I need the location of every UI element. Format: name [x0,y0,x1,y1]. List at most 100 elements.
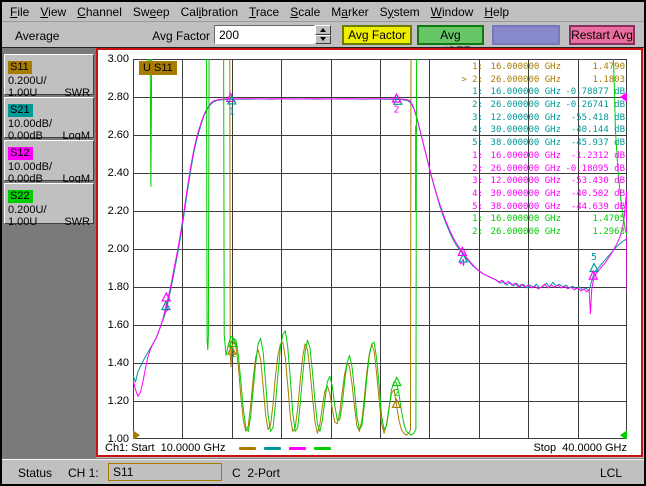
marker-frequency: 38.000000 GHz [490,138,561,149]
trace-scale-label: 0.200U/ [8,204,47,216]
menu-item-channel[interactable]: Channel [77,5,122,19]
stepper-down-button[interactable] [315,34,331,44]
marker-number: 2: [472,100,483,111]
trace-button-s21[interactable]: S21 10.00dB/0.00dB LogM [4,97,94,142]
marker-frequency: 16.000000 GHz [490,150,561,161]
marker-frequency: 30.000000 GHz [490,125,561,136]
toolbar-button-restart-avg[interactable]: Restart Avg [569,25,635,45]
toolbar-button-avg-on-off[interactable]: Avg on/OFF [417,25,484,58]
marker-number: 3: [472,112,483,123]
marker-readout-row: 5: 38.000000 GHz -44.639 dB [453,201,625,214]
marker-value: -53.430 dB [570,176,625,187]
trace-sidebar: S11 0.200U/1.00U SWR S21 10.00dB/0.00dB LogM S… [2,48,96,459]
status-label: Status [18,466,53,480]
marker-value: 1.4705 [592,214,625,225]
marker-readout-row: 1: 16.000000 GHz -0.78877 dB [453,86,625,99]
marker-frequency: 16.000000 GHz [490,214,561,225]
down-arrow-icon [320,37,326,42]
marker-frequency: 12.000000 GHz [490,176,561,187]
menu-item-view[interactable]: View [40,5,66,19]
y-tick-label: 1.20 [107,395,129,407]
marker-number-label: 4 [459,258,465,269]
trace-name-chip: S12 [8,147,33,160]
marker-frequency: 26.000000 GHz [490,100,561,111]
marker-value: -44.639 dB [570,201,625,212]
marker-readout-row: 1: 16.000000 GHz -1.2312 dB [453,150,625,163]
stepper-up-button[interactable] [315,25,331,35]
marker-number: > 2: [461,74,483,85]
vna-app-window: File View Channel Sweep Calibration Trace Scal… [0,0,646,486]
avg-factor-input[interactable] [214,25,315,44]
stop-frequency-label: Stop 40.0000 GHz [533,442,627,454]
marker-readout-table: 1: 16.000000 GHz 1.4790 > 2: 26.000000 GHz 1.… [453,61,625,239]
marker-readout-row: 3: 12.000000 GHz -55.418 dB [453,112,625,125]
menu-item-system[interactable]: System [380,5,420,19]
marker-value: -40.144 dB [570,125,625,136]
marker-number-label: 3 [163,303,169,314]
marker-number: 5: [472,201,483,212]
menu-item-help[interactable]: Help [484,5,509,19]
marker-readout-row: 4: 30.000000 GHz -40.502 dB [453,188,625,201]
trace-scale-label: 10.00dB/ [8,161,53,173]
marker-number: 1: [472,150,483,161]
sweep-range-line: Ch1: Start 10.0000 GHz Stop 40.0000 GHz [105,440,627,456]
reference-arrow-icon [133,430,140,439]
marker-number-label: 5 [591,252,597,263]
y-tick-label: 1.40 [107,357,129,369]
y-tick-label: 2.40 [107,167,129,179]
marker-number: 2: [472,163,483,174]
marker-value: -55.418 dB [570,112,625,123]
legend-dash-s11 [239,446,257,450]
cal-status-label: C 2-Port [232,466,281,480]
y-tick-label: 1.80 [107,281,129,293]
average-toolbar: Average Avg Factor Avg FactorAvg on/OFFR… [2,23,644,58]
avg-factor-stepper [315,25,331,44]
marker-number-label: 1 [230,349,236,360]
menu-item-window[interactable]: Window [431,5,474,19]
graticule-area: 1 2 3 4 5 1 2 3.00 2.80 2.60 2.40 2.20 2.00 1.80 1.60… [98,50,641,455]
menu-item-trace[interactable]: Trace [249,5,279,19]
avg-factor-label: Avg Factor [152,29,210,43]
toolbar-button-avg-factor[interactable]: Avg Factor [342,25,412,45]
measurement-field[interactable]: S11 [108,463,222,481]
toolbar-button-blank[interactable] [492,25,560,45]
y-tick-label: 3.00 [107,53,129,65]
trace-button-s12[interactable]: S12 10.00dB/0.00dB LogM [4,140,94,185]
marker-frequency: 26.000000 GHz [490,226,561,237]
channel-label: CH 1: [68,466,99,480]
channel-window: 1 2 3 4 5 1 2 3.00 2.80 2.60 2.40 2.20 2.00 1.80 1.60… [96,48,643,457]
marker-value: 1.2963 [592,226,625,237]
menu-item-calibration[interactable]: Calibration [181,5,238,19]
marker-readout-row: > 2: 26.000000 GHz 1.1803 [453,74,625,87]
trace-color-legend [239,446,339,450]
menu-item-sweep[interactable]: Sweep [133,5,170,19]
marker-number: 3: [472,176,483,187]
y-tick-label: 1.60 [107,319,129,331]
menu-item-scale[interactable]: Scale [290,5,320,19]
trace-ref-label: 1.00U [8,216,38,228]
marker-readout-row: 4: 30.000000 GHz -40.144 dB [453,124,625,137]
trace-button-s11[interactable]: S11 0.200U/1.00U SWR [4,54,94,99]
menu-item-file[interactable]: File [10,5,29,19]
trace-s22 [205,59,210,351]
marker-readout-row: 1: 16.000000 GHz 1.4705 [453,213,625,226]
marker-number: 4: [472,125,483,136]
menu-item-marker[interactable]: Marker [331,5,368,19]
marker-value: 1.1803 [592,74,625,85]
marker-frequency: 26.000000 GHz [490,74,561,85]
menu-bar: File View Channel Sweep Calibration Trace Scal… [2,2,644,22]
marker-number: 2: [472,226,483,237]
active-trace-status: U S11 [139,61,177,75]
trace-button-s22[interactable]: S22 0.200U/1.00U SWR [4,183,94,228]
y-tick-label: 2.80 [107,91,129,103]
trace-scale-label: 0.200U/ [8,75,47,87]
marker-frequency: 16.000000 GHz [490,87,561,98]
trace-s22 [223,59,418,436]
marker-frequency: 12.000000 GHz [490,112,561,123]
marker-number: 1: [472,214,483,225]
marker-frequency: 30.000000 GHz [490,188,561,199]
trace-format-label: SWR [64,216,90,228]
main-area: S11 0.200U/1.00U SWR S21 10.00dB/0.00dB LogM S… [2,47,644,459]
marker-frequency: 38.000000 GHz [490,201,561,212]
marker-frequency: 26.000000 GHz [490,163,561,174]
